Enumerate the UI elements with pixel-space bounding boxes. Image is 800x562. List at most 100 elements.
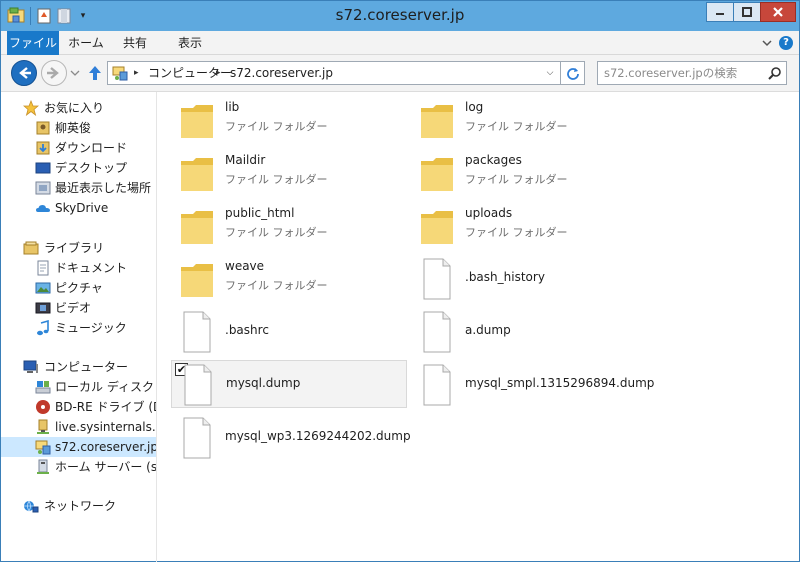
sidebar-item-label: 柳英俊: [55, 121, 92, 135]
sidebar-item-home-server[interactable]: ホーム サーバー (serv: [1, 457, 156, 477]
sidebar-item-label: デスクトップ: [55, 161, 128, 175]
breadcrumb-separator[interactable]: ▸: [134, 65, 139, 81]
file-type: ファイル フォルダー: [225, 226, 328, 239]
search-input[interactable]: [604, 66, 764, 80]
tab-share[interactable]: 共有: [115, 31, 155, 55]
sidebar-item-pictures[interactable]: ピクチャ: [1, 278, 156, 298]
network-location-icon: [112, 66, 128, 81]
document-icon: [183, 417, 211, 459]
folder-icon: [181, 105, 213, 138]
sidebar-item-label: SkyDrive: [55, 201, 109, 215]
tab-home[interactable]: ホーム: [63, 31, 109, 55]
folder-item[interactable]: lib ファイル フォルダー: [171, 96, 407, 144]
libraries-icon: [23, 241, 39, 255]
tab-view[interactable]: 表示: [167, 31, 213, 55]
folder-item[interactable]: log ファイル フォルダー: [411, 96, 647, 144]
title-bar: ▾ s72.coreserver.jp: [1, 1, 799, 31]
sidebar-item-videos[interactable]: ビデオ: [1, 298, 156, 318]
sidebar-item-bd-drive[interactable]: BD-RE ドライブ (D:): [1, 397, 156, 417]
expand-ribbon-icon[interactable]: [761, 37, 773, 49]
sidebar-item-label: BD-RE ドライブ (D:): [55, 400, 156, 414]
address-history-dropdown[interactable]: ⌵: [544, 66, 556, 80]
sidebar-item-libraries[interactable]: ライブラリ: [1, 238, 156, 258]
sidebar-item-label: ライブラリ: [44, 241, 105, 255]
sidebar-item-label: ミュージック: [55, 321, 127, 335]
file-name: public_html: [225, 206, 295, 220]
file-item[interactable]: a.dump: [411, 308, 647, 356]
back-button[interactable]: [11, 60, 37, 86]
file-item[interactable]: .bashrc: [171, 308, 407, 356]
help-icon[interactable]: ?: [779, 36, 793, 50]
folder-icon: [181, 158, 213, 191]
sidebar-item-skydrive[interactable]: SkyDrive: [1, 198, 156, 218]
folder-item[interactable]: uploads ファイル フォルダー: [411, 202, 647, 250]
local-disk-icon: [35, 381, 51, 394]
file-item[interactable]: .bash_history: [411, 255, 647, 303]
file-item[interactable]: mysql_smpl.1315296894.dump: [411, 361, 671, 409]
sidebar-item-s72-coreserver[interactable]: s72.coreserver.jp: [1, 437, 156, 457]
sidebar-item-music[interactable]: ミュージック: [1, 318, 156, 338]
up-arrow-icon[interactable]: [87, 65, 103, 81]
minimize-icon: [716, 13, 724, 15]
refresh-button[interactable]: [561, 61, 585, 85]
content-area: お気に入り 柳英俊 ダウンロード デスクトップ 最近表示した場所 SkyDriv…: [1, 91, 799, 562]
file-type: ファイル フォルダー: [225, 173, 328, 186]
window-title: s72.coreserver.jp: [335, 6, 465, 24]
sidebar-item-computer[interactable]: コンピューター: [1, 357, 156, 377]
network-location-icon: [35, 440, 51, 455]
sidebar-item-user[interactable]: 柳英俊: [1, 118, 156, 138]
document-icon: [183, 311, 211, 353]
documents-icon: [37, 260, 49, 276]
address-bar[interactable]: ▸ コンピューター ▸ s72.coreserver.jp ⌵: [107, 61, 561, 85]
sidebar-item-downloads[interactable]: ダウンロード: [1, 138, 156, 158]
computer-icon: [23, 360, 38, 373]
close-button[interactable]: [760, 2, 796, 22]
pictures-icon: [35, 282, 51, 294]
forward-button[interactable]: [41, 60, 67, 86]
user-folder-icon: [36, 121, 50, 135]
sidebar-item-favorites[interactable]: お気に入り: [1, 98, 156, 118]
folder-icon: [421, 105, 453, 138]
sidebar-item-sysinternals[interactable]: live.sysinternals.com: [1, 417, 156, 437]
folder-item[interactable]: Maildir ファイル フォルダー: [171, 149, 407, 197]
folder-item[interactable]: public_html ファイル フォルダー: [171, 202, 407, 250]
network-icon: [24, 500, 39, 513]
arrow-right-icon: [47, 67, 59, 79]
document-icon: [423, 364, 451, 406]
folder-icon: [421, 211, 453, 244]
music-note-icon: [37, 320, 49, 336]
sidebar-item-local-disk[interactable]: ローカル ディスク (C:): [1, 377, 156, 397]
sidebar-item-documents[interactable]: ドキュメント: [1, 258, 156, 278]
file-type: ファイル フォルダー: [465, 226, 568, 239]
explorer-window: ▾ s72.coreserver.jp ファイル ホーム 共有 表示 ? ▸ コ…: [0, 0, 800, 562]
folder-item[interactable]: weave ファイル フォルダー: [171, 255, 407, 303]
search-icon[interactable]: [768, 66, 782, 80]
recent-locations-icon[interactable]: [70, 68, 80, 78]
folder-icon: [181, 211, 213, 244]
file-name: mysql.dump: [226, 376, 301, 390]
file-type: ファイル フォルダー: [465, 173, 568, 186]
sidebar-item-label: live.sysinternals.com: [55, 420, 156, 434]
videos-icon: [35, 302, 51, 314]
file-name: .bashrc: [225, 323, 269, 337]
document-icon: [184, 364, 212, 406]
file-item-selected[interactable]: ✔ mysql.dump: [171, 360, 407, 408]
document-icon: [423, 258, 451, 300]
tab-file[interactable]: ファイル: [7, 31, 59, 55]
sidebar-item-network[interactable]: ネットワーク: [1, 496, 156, 516]
maximize-button[interactable]: [733, 2, 761, 22]
folder-icon: [421, 158, 453, 191]
minimize-button[interactable]: [706, 2, 734, 22]
file-name: weave: [225, 259, 265, 273]
folder-item[interactable]: packages ファイル フォルダー: [411, 149, 647, 197]
sidebar-item-desktop[interactable]: デスクトップ: [1, 158, 156, 178]
breadcrumb-server[interactable]: s72.coreserver.jp: [230, 65, 333, 81]
file-item[interactable]: mysql_wp3.1269244202.dump: [171, 414, 431, 462]
home-server-icon: [37, 459, 49, 474]
search-box[interactable]: [597, 61, 787, 85]
sidebar-item-recent-places[interactable]: 最近表示した場所: [1, 178, 156, 198]
file-type: ファイル フォルダー: [225, 279, 328, 292]
breadcrumb-separator[interactable]: ▸: [216, 65, 221, 81]
navigation-pane: お気に入り 柳英俊 ダウンロード デスクトップ 最近表示した場所 SkyDriv…: [1, 92, 157, 562]
sidebar-item-label: ピクチャ: [55, 281, 103, 295]
